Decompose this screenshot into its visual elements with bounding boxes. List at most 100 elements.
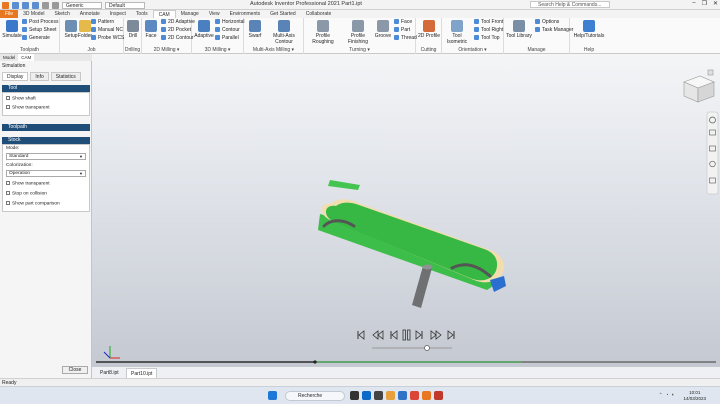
2d-contour-button[interactable]: 2D Contour <box>161 35 194 42</box>
simulation-timeline[interactable] <box>96 360 716 364</box>
2d-profile-button[interactable]: 2D Profile <box>418 20 440 39</box>
tool-right-button[interactable]: Tool Right <box>474 27 503 34</box>
stock-section-header[interactable]: Stock <box>2 137 90 144</box>
tab-file[interactable]: File <box>0 10 19 18</box>
tab-sketch[interactable]: Sketch <box>49 10 74 18</box>
help-search-input[interactable]: Search Help & Commands... <box>530 1 610 8</box>
open-icon[interactable] <box>22 1 29 9</box>
go-to-start-icon[interactable] <box>357 330 365 340</box>
tab-statistics[interactable]: Statistics <box>50 72 81 81</box>
thread-button[interactable]: Thread <box>394 35 417 42</box>
maximize-button[interactable]: ❐ <box>702 0 707 7</box>
view-cube[interactable] <box>683 75 715 103</box>
face-button[interactable]: Face <box>140 20 162 39</box>
toolpath-section-header[interactable]: Toolpath <box>2 124 90 131</box>
material-combo[interactable]: Generic <box>62 1 102 9</box>
start-icon[interactable] <box>268 391 277 400</box>
post-process-button[interactable]: Post Process <box>22 19 58 26</box>
parallel-button[interactable]: Parallel <box>215 35 239 42</box>
part-button[interactable]: Part <box>394 27 410 34</box>
terminal-icon[interactable] <box>374 391 383 400</box>
step-forward-icon[interactable] <box>430 330 442 340</box>
chevron-up-icon[interactable]: ⌃ <box>659 392 663 398</box>
probe-wcs-button[interactable]: Probe WCS <box>91 35 124 42</box>
go-to-end-icon[interactable] <box>447 330 455 340</box>
mail-icon[interactable] <box>398 391 407 400</box>
tool-top-button[interactable]: Tool Top <box>474 35 500 42</box>
inventor-taskbar-icon[interactable] <box>422 391 431 400</box>
tab-inspect[interactable]: Inspect <box>105 10 131 18</box>
simulate-button[interactable]: Simulate <box>1 20 23 39</box>
doc-tab-part8[interactable]: Part8.ipt <box>96 368 123 378</box>
chrome-icon[interactable] <box>410 391 419 400</box>
save-icon[interactable] <box>32 1 39 9</box>
turning-face-button[interactable]: Face <box>394 19 412 26</box>
groove-button[interactable]: Groove <box>372 20 394 39</box>
task-view-icon[interactable] <box>350 391 359 400</box>
2d-pocket-button[interactable]: 2D Pocket <box>161 27 191 34</box>
close-button[interactable]: Close <box>62 366 88 374</box>
tool-library-button[interactable]: Tool Library <box>506 20 532 39</box>
redo-icon[interactable] <box>52 1 59 9</box>
appearance-combo[interactable]: Default <box>105 1 145 9</box>
wifi-icon[interactable]: ◔ <box>666 392 669 398</box>
generate-button[interactable]: Generate <box>22 35 50 42</box>
tool-section-header[interactable]: Tool <box>2 85 90 92</box>
forward-icon[interactable] <box>415 330 423 340</box>
show-shaft-checkbox[interactable]: Show shaft <box>6 96 36 102</box>
pattern-button[interactable]: Pattern <box>91 19 114 26</box>
doc-tab-part10[interactable]: Part10.ipt <box>126 368 158 378</box>
mode-select[interactable]: Standard ▼ <box>6 153 86 160</box>
colorization-select[interactable]: Operation ▼ <box>6 170 86 177</box>
app-taskbar-icon[interactable] <box>434 391 443 400</box>
manual-nc-button[interactable]: Manual NC <box>91 27 123 34</box>
taskbar-search[interactable]: Recherche <box>285 391 345 401</box>
contour-button[interactable]: Contour <box>215 27 240 34</box>
show-part-comparison-checkbox[interactable]: Show part comparison <box>6 201 60 207</box>
close-window-button[interactable]: ✕ <box>713 0 718 7</box>
2d-adaptive-button[interactable]: 2D Adaptive <box>161 19 195 26</box>
app-icon[interactable] <box>2 1 9 9</box>
show-transparent-stock-checkbox[interactable]: Show transparent <box>6 181 50 187</box>
tab-cam-browser[interactable]: CAM <box>18 54 35 61</box>
tab-get-started[interactable]: Get Started <box>265 10 301 18</box>
tab-collaborate[interactable]: Collaborate <box>301 10 337 18</box>
tab-tools[interactable]: Tools <box>131 10 153 18</box>
tab-annotate[interactable]: Annotate <box>75 10 105 18</box>
task-manager-button[interactable]: Task Manager <box>535 27 573 34</box>
tab-environments[interactable]: Environments <box>225 10 266 18</box>
tab-info[interactable]: Info <box>30 72 49 81</box>
file-explorer-icon[interactable] <box>386 391 395 400</box>
home-view-icon[interactable] <box>707 69 714 76</box>
undo-icon[interactable] <box>42 1 49 9</box>
swarf-button[interactable]: Swarf <box>244 20 266 39</box>
speed-slider-thumb[interactable] <box>424 345 430 351</box>
tab-cam[interactable]: CAM <box>152 10 176 18</box>
stop-on-collision-checkbox[interactable]: Stop on collision <box>6 191 47 197</box>
multi-axis-contour-button[interactable]: Multi-Axis Contour <box>264 20 304 45</box>
tab-3d-model[interactable]: 3D Model <box>18 10 49 18</box>
tool-isometric-button[interactable]: Tool Isometric <box>442 20 472 45</box>
show-transparent-tool-checkbox[interactable]: Show transparent <box>6 105 50 111</box>
tab-view[interactable]: View <box>204 10 225 18</box>
options-button[interactable]: Options <box>535 19 559 26</box>
step-back-icon[interactable] <box>372 330 384 340</box>
back-icon[interactable] <box>390 330 398 340</box>
tool-front-button[interactable]: Tool Front <box>474 19 503 26</box>
setup-sheet-button[interactable]: Setup Sheet <box>22 27 57 34</box>
tab-display[interactable]: Display <box>2 72 29 81</box>
clock[interactable]: 10:01 14/03/2023 <box>683 390 706 402</box>
tab-manage[interactable]: Manage <box>176 10 204 18</box>
new-icon[interactable] <box>12 1 19 9</box>
profile-roughing-button[interactable]: Profile Roughing <box>306 20 340 45</box>
profile-finishing-button[interactable]: Profile Finishing <box>341 20 375 45</box>
horizontal-button[interactable]: Horizontal <box>215 19 245 26</box>
tab-model[interactable]: Model <box>0 54 18 61</box>
edge-icon[interactable] <box>362 391 371 400</box>
minimize-button[interactable]: – <box>692 0 695 7</box>
help-tutorials-button[interactable]: Help/Tutorials <box>572 20 606 39</box>
timeline-marker[interactable] <box>313 360 317 364</box>
volume-icon[interactable]: ◖ <box>671 392 674 398</box>
adaptive-button[interactable]: Adaptive <box>193 20 215 39</box>
graphics-viewport[interactable] <box>92 54 720 366</box>
